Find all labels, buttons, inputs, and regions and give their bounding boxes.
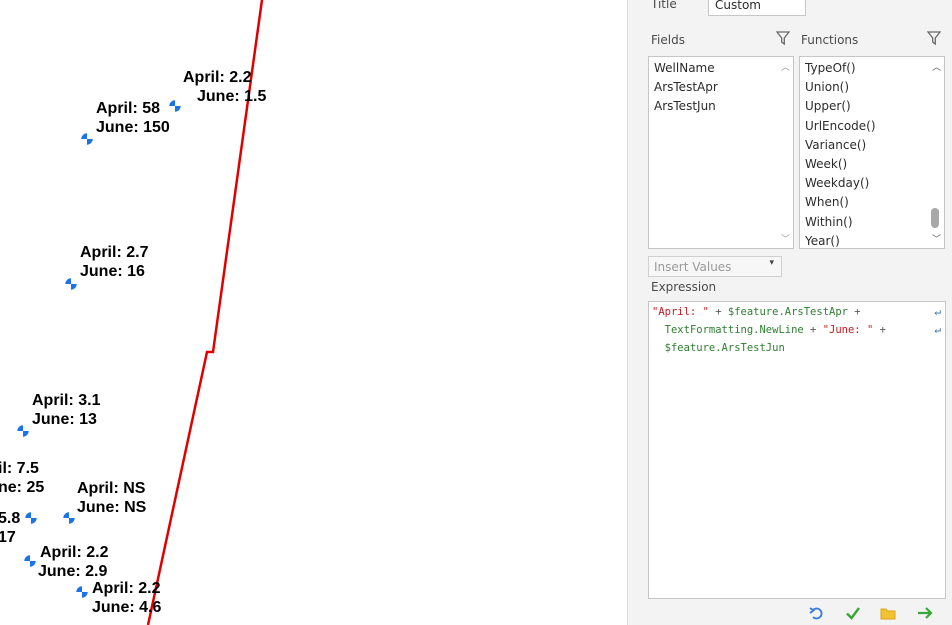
well-label: April: 2.7 June: 16: [80, 244, 149, 280]
map-view[interactable]: April: 2.2 June: 1.5 April: 58 June: 150 A…: [0, 0, 627, 625]
fields-list[interactable]: WellName ArsTestApr ArsTestJun ︿ ﹀: [648, 56, 794, 249]
well-label: April: NS June: NS: [77, 480, 147, 516]
well-marker-icon[interactable]: [75, 585, 89, 599]
folder-icon[interactable]: [879, 604, 897, 622]
expression-editor[interactable]: "April: " + $feature.ArsTestApr + TextFo…: [648, 301, 946, 599]
well-label: 5.8 17: [0, 510, 21, 546]
scrollbar-thumb[interactable]: [931, 208, 939, 228]
well-marker-icon[interactable]: [64, 277, 78, 291]
expression-label: Expression: [651, 280, 717, 294]
list-item[interactable]: TypeOf(): [800, 59, 944, 78]
list-item[interactable]: Variance(): [800, 136, 944, 155]
well-label: April: 3.1 June: 13: [32, 392, 101, 428]
filter-fields-icon[interactable]: [775, 30, 791, 46]
well-marker-icon[interactable]: [62, 511, 76, 525]
well-label: April: 2.2 June: 4.6: [92, 580, 162, 616]
title-label: Title: [651, 0, 677, 11]
well-label: il: 7.5 ne: 25: [0, 460, 45, 496]
arrow-right-icon[interactable]: [916, 604, 934, 622]
list-item[interactable]: ArsTestApr: [649, 78, 793, 97]
list-item[interactable]: Union(): [800, 78, 944, 97]
list-item[interactable]: Upper(): [800, 97, 944, 116]
check-icon[interactable]: [844, 604, 862, 622]
list-item[interactable]: WellName: [649, 59, 793, 78]
functions-label: Functions: [801, 33, 859, 47]
well-marker-icon[interactable]: [16, 424, 30, 438]
well-marker-icon[interactable]: [23, 554, 37, 568]
undo-icon[interactable]: [808, 604, 826, 622]
filter-functions-icon[interactable]: [926, 30, 942, 46]
list-item[interactable]: When(): [800, 193, 944, 212]
scroll-down-icon[interactable]: ﹀: [781, 232, 790, 245]
well-marker-icon[interactable]: [80, 132, 94, 146]
expression-builder-panel: Title Custom Fields Functions WellName A…: [627, 0, 952, 625]
well-marker-icon[interactable]: [168, 99, 182, 113]
boundary-line: [146, 0, 264, 625]
functions-list[interactable]: TypeOf() Union() Upper() UrlEncode() Var…: [799, 56, 945, 249]
chevron-down-icon: ▾: [769, 258, 774, 268]
list-item[interactable]: Weekday(): [800, 174, 944, 193]
well-label: April: 58 June: 150: [96, 100, 170, 136]
word-wrap-icon: ↵: [934, 323, 941, 336]
well-label: April: 2.2 June: 1.5: [183, 69, 267, 105]
list-item[interactable]: Year(): [800, 232, 944, 251]
list-item[interactable]: UrlEncode(): [800, 117, 944, 136]
well-label: April: 2.2 June: 2.9: [38, 544, 109, 580]
title-input[interactable]: Custom: [708, 0, 806, 16]
scroll-down-icon[interactable]: ﹀: [932, 232, 941, 245]
word-wrap-icon: ↵: [934, 305, 941, 318]
list-item[interactable]: ArsTestJun: [649, 97, 793, 116]
well-marker-icon[interactable]: [24, 511, 38, 525]
insert-values-dropdown[interactable]: Insert Values ▾: [648, 256, 782, 277]
list-item[interactable]: Within(): [800, 213, 944, 232]
scroll-up-icon[interactable]: ︿: [932, 60, 941, 73]
scroll-up-icon[interactable]: ︿: [781, 60, 790, 73]
fields-label: Fields: [651, 33, 685, 47]
list-item[interactable]: Week(): [800, 155, 944, 174]
